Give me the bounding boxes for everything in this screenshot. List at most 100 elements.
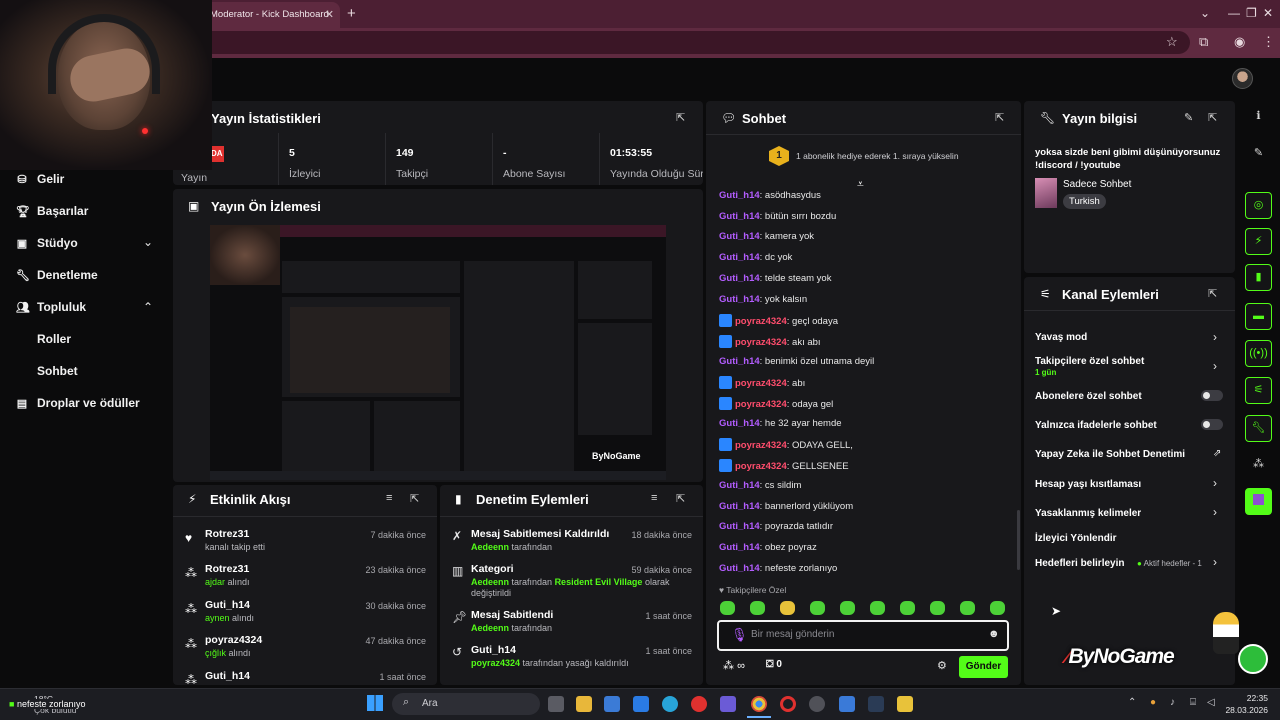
chat-username[interactable]: poyraz4324 [735, 337, 787, 348]
popout-icon[interactable]: ⇱ [676, 111, 685, 124]
maximize-icon[interactable]: ❐ [1246, 6, 1257, 20]
channel-points[interactable]: ⁂ ∞ [723, 659, 745, 672]
new-tab-icon[interactable]: + [347, 5, 356, 22]
chevron-up-icon[interactable]: ⌃ [143, 300, 153, 314]
edit-icon[interactable]: ✎ [1245, 141, 1272, 168]
popout-icon[interactable]: ⇱ [676, 492, 685, 505]
chat-username[interactable]: Guti_h14 [719, 231, 760, 242]
tab-search-icon[interactable]: ⌄ [1200, 6, 1210, 20]
popout-icon[interactable]: ⇱ [1208, 287, 1217, 300]
tray-chevron-icon[interactable]: ⌃ [1128, 697, 1136, 708]
chat-scrollbar[interactable] [1017, 510, 1020, 570]
goals-row[interactable]: Hedefleri belirleyin [1035, 558, 1124, 569]
taskbar-search[interactable]: Ara [392, 693, 540, 715]
emote-icon[interactable] [720, 601, 735, 615]
subs-chat-toggle[interactable] [1201, 390, 1223, 401]
emote-icon[interactable] [990, 601, 1005, 615]
chat-username[interactable]: Guti_h14 [719, 418, 760, 429]
chat-username[interactable]: Guti_h14 [719, 211, 760, 222]
kick-app-icon[interactable] [1245, 488, 1272, 515]
emote-icon[interactable] [930, 601, 945, 615]
chat-username[interactable]: poyraz4324 [735, 399, 787, 410]
ai-moderation-row[interactable]: Yapay Zeka ile Sohbet Denetimi [1035, 449, 1185, 460]
emote-icon[interactable] [900, 601, 915, 615]
chevron-down-icon[interactable]: ⌄ [143, 235, 153, 249]
emote-icon[interactable] [750, 601, 765, 615]
edge-icon[interactable] [662, 696, 678, 712]
banned-words-row[interactable]: Yasaklanmış kelimeler [1035, 508, 1141, 519]
info-icon[interactable]: ℹ [1245, 104, 1272, 131]
chat-username[interactable]: Guti_h14 [719, 521, 760, 532]
extensions-icon[interactable]: ⧉ [1199, 34, 1208, 50]
profile-icon[interactable]: ◉ [1234, 34, 1245, 50]
sidebar-item-sohbet[interactable]: Sohbet [37, 364, 78, 378]
chat-username[interactable]: Guti_h14 [719, 190, 760, 201]
clock-time[interactable]: 22:35 [1228, 693, 1268, 703]
emote-icon[interactable] [780, 601, 795, 615]
viewer-redirect-row[interactable]: İzleyici Yönlendir [1035, 533, 1117, 544]
collapse-icon[interactable]: ⩡ [857, 177, 864, 192]
chat-username[interactable]: Guti_h14 [719, 501, 760, 512]
bolt-icon[interactable]: ⚡︎ [1245, 228, 1272, 255]
popout-icon[interactable]: ⇱ [1208, 111, 1217, 124]
chevron-right-icon[interactable]: › [1213, 330, 1217, 344]
account-age-row[interactable]: Hesap yaşı kısıtlaması [1035, 479, 1141, 490]
obs-icon[interactable] [809, 696, 825, 712]
opera-icon[interactable] [780, 696, 796, 712]
emote-icon[interactable] [840, 601, 855, 615]
app-icon[interactable] [897, 696, 913, 712]
chat-username[interactable]: poyraz4324 [735, 461, 787, 472]
chat-username[interactable]: poyraz4324 [735, 378, 787, 389]
windows-start-icon[interactable] [367, 695, 383, 711]
steam-icon[interactable] [868, 696, 884, 712]
chat-username[interactable]: Guti_h14 [719, 294, 760, 305]
emoji-icon[interactable]: ☻ [988, 628, 1000, 640]
close-window-icon[interactable]: ✕ [1263, 6, 1273, 20]
volume-icon[interactable]: ◁ [1207, 697, 1215, 708]
microphone-icon[interactable]: 🎙︎ [731, 627, 748, 643]
chevron-right-icon[interactable]: › [1213, 476, 1217, 490]
task-view-icon[interactable] [548, 696, 564, 712]
close-tab-icon[interactable]: ✕ [325, 8, 334, 21]
preview-toggle-icon[interactable]: ◎ [1245, 192, 1272, 219]
teams-icon[interactable] [720, 696, 736, 712]
external-link-icon[interactable]: ⇗ [1213, 448, 1221, 459]
stream-preview[interactable]: ByNoGame [210, 225, 666, 480]
popout-icon[interactable]: ⇱ [995, 111, 1004, 124]
browser-menu-icon[interactable]: ⋮ [1262, 34, 1275, 50]
chrome-icon[interactable] [751, 696, 767, 712]
sidebar-item-droplar[interactable]: ▤ Droplar ve ödüller [16, 396, 140, 410]
browser-tab[interactable]: Moderator - Kick Dashboard ✕ [200, 2, 340, 28]
emote-icon[interactable] [960, 601, 975, 615]
sidebar-item-denetleme[interactable]: 🔧︎ Denetleme [16, 268, 98, 282]
file-explorer-icon[interactable] [576, 696, 592, 712]
actions-icon[interactable]: ⚟ [1245, 377, 1272, 404]
mail-icon[interactable] [633, 696, 649, 712]
emote-icon[interactable] [870, 601, 885, 615]
slow-mode-row[interactable]: Yavaş mod [1035, 332, 1087, 343]
chat-username[interactable]: poyraz4324 [735, 440, 787, 451]
chat-username[interactable]: Guti_h14 [719, 563, 760, 574]
chevron-right-icon[interactable]: › [1213, 359, 1217, 373]
gift-count[interactable]: ⛋ 0 [766, 659, 782, 670]
emotes-chat-toggle[interactable] [1201, 419, 1223, 430]
edit-icon[interactable]: ✎ [1184, 111, 1193, 124]
app-icon[interactable] [839, 696, 855, 712]
chat-username[interactable]: Guti_h14 [719, 252, 760, 263]
filter-icon[interactable]: ≡ [386, 492, 392, 504]
minimize-icon[interactable]: — [1228, 6, 1240, 20]
chat-bubble-icon[interactable]: ▬ [1245, 303, 1272, 330]
chat-username[interactable]: Guti_h14 [719, 480, 760, 491]
send-button[interactable]: Gönder [959, 656, 1008, 678]
log-icon[interactable]: ▮ [1245, 264, 1272, 291]
chat-username[interactable]: Guti_h14 [719, 273, 760, 284]
url-field[interactable]: m [190, 31, 1190, 54]
chat-username[interactable]: Guti_h14 [719, 356, 760, 367]
sidebar-item-topluluk[interactable]: 👥︎ Topluluk [16, 300, 86, 314]
chat-username[interactable]: Guti_h14 [719, 542, 760, 553]
broadcast-icon[interactable]: ((•)) [1245, 340, 1272, 367]
network-icon[interactable]: ⌸ [1190, 697, 1196, 708]
filter-icon[interactable]: ≡ [651, 492, 657, 504]
sidebar-item-basarilar[interactable]: 🏆︎ Başarılar [16, 204, 88, 218]
chevron-right-icon[interactable]: › [1213, 505, 1217, 519]
